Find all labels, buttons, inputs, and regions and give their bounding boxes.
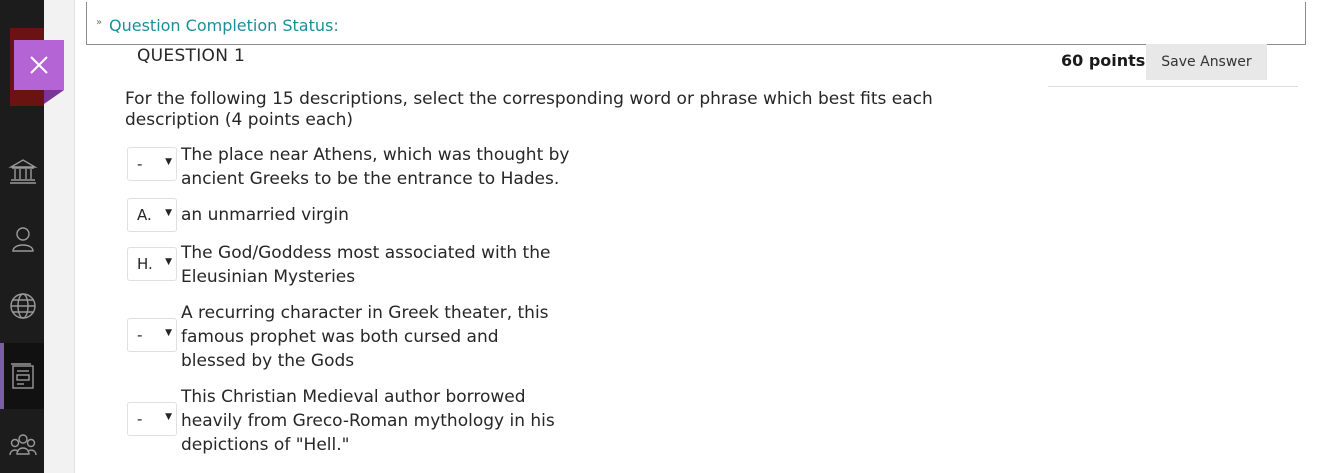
description-line: This Christian Medieval author borrowed — [181, 387, 526, 407]
completion-status-label[interactable]: Question Completion Status: — [109, 16, 339, 35]
question-points: 60 points — [1061, 51, 1146, 70]
dropdown-value: H. — [137, 255, 153, 273]
question-instructions: For the following 15 descriptions, selec… — [125, 89, 985, 131]
description-line: ancient Greeks to be the entrance to Had… — [181, 169, 560, 189]
dropdown-value: A. — [137, 206, 152, 224]
match-select[interactable]: A. ▼ — [127, 198, 177, 232]
courses-icon[interactable] — [6, 359, 40, 393]
dropdown-value: - — [137, 410, 143, 428]
profile-icon[interactable] — [6, 222, 40, 256]
dropdown-arrow-icon: ▼ — [165, 208, 172, 218]
match-select[interactable]: H. ▼ — [127, 247, 177, 281]
match-select[interactable]: - ▼ — [127, 402, 177, 436]
close-button[interactable] — [14, 40, 64, 90]
match-description: The place near Athens, which was thought… — [181, 143, 570, 191]
description-line: A recurring character in Greek theater, … — [181, 303, 549, 323]
description-line: Eleusinian Mysteries — [181, 267, 356, 287]
chevron-down-icon: » — [96, 17, 103, 28]
close-icon — [30, 56, 48, 74]
instructions-line: description (4 points each) — [125, 110, 354, 130]
dropdown-value: - — [137, 155, 143, 173]
description-line: an unmarried virgin — [181, 205, 349, 225]
groups-icon[interactable] — [6, 428, 40, 462]
match-select[interactable]: - ▼ — [127, 318, 177, 352]
description-line: The God/Goddess most associated with the — [181, 243, 551, 263]
close-button-fold — [44, 90, 64, 104]
dropdown-arrow-icon: ▼ — [165, 257, 172, 267]
answer-dropdown[interactable]: A. ▼ — [127, 198, 177, 232]
match-description: This Christian Medieval author borrowed … — [181, 385, 555, 457]
question-title: QUESTION 1 — [137, 46, 246, 66]
description-line: heavily from Greco-Roman mythology in hi… — [181, 411, 555, 431]
save-answer-button[interactable]: Save Answer — [1146, 44, 1267, 80]
dropdown-arrow-icon: ▼ — [165, 412, 172, 422]
match-select[interactable]: - ▼ — [127, 147, 177, 181]
answer-dropdown[interactable]: - ▼ — [127, 147, 177, 181]
match-description: A recurring character in Greek theater, … — [181, 301, 549, 373]
globe-icon[interactable] — [6, 289, 40, 323]
dropdown-value: - — [137, 326, 143, 344]
dropdown-arrow-icon: ▼ — [165, 157, 172, 167]
dropdown-arrow-icon: ▼ — [165, 328, 172, 338]
completion-status-panel[interactable]: » Question Completion Status: — [86, 2, 1306, 45]
institution-icon[interactable] — [6, 154, 40, 188]
match-description: an unmarried virgin — [181, 203, 349, 227]
description-line: famous prophet was both cursed and — [181, 327, 499, 347]
description-line: depictions of "Hell." — [181, 435, 350, 455]
answer-dropdown[interactable]: - ▼ — [127, 318, 177, 352]
answer-dropdown[interactable]: H. ▼ — [127, 247, 177, 281]
answer-dropdown[interactable]: - ▼ — [127, 402, 177, 436]
match-description: The God/Goddess most associated with the… — [181, 241, 550, 289]
description-line: blessed by the Gods — [181, 351, 355, 371]
instructions-line: For the following 15 descriptions, selec… — [125, 89, 933, 109]
description-line: The place near Athens, which was thought… — [181, 145, 570, 165]
